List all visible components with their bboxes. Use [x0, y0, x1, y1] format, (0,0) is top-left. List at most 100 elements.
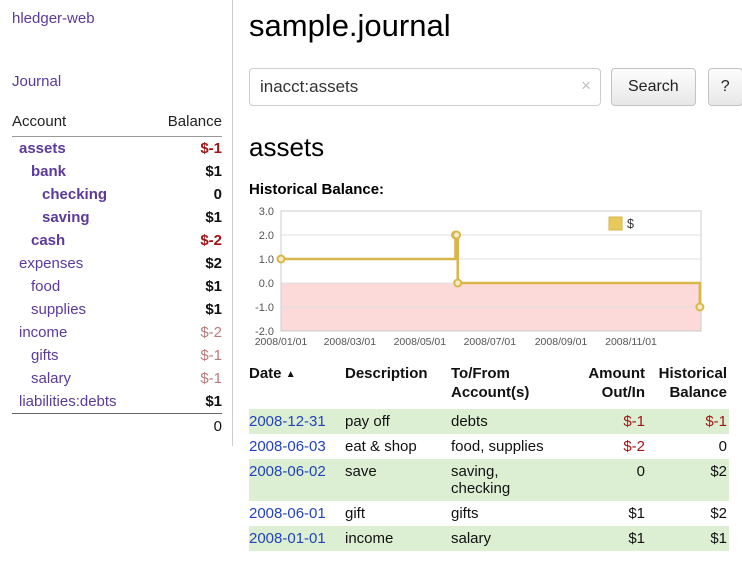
register-date-link[interactable]: 2008-06-02: [249, 463, 326, 480]
register-description: gift: [345, 501, 451, 526]
account-link-checking[interactable]: checking: [42, 186, 107, 203]
svg-text:2008/07/01: 2008/07/01: [464, 336, 517, 347]
register-balance: $2: [653, 501, 729, 526]
register-row: 2008-06-02 save saving, checking 0 $2: [249, 459, 729, 501]
chart-title: Historical Balance:: [249, 181, 742, 198]
account-row: saving $1: [12, 206, 222, 229]
register-accounts: gifts: [451, 501, 581, 526]
account-balance: $-1: [150, 137, 222, 161]
register-header-date[interactable]: Date ▲: [249, 363, 345, 409]
account-row: gifts $-1: [12, 344, 222, 367]
svg-text:2008/05/01: 2008/05/01: [394, 336, 447, 347]
account-balance: $1: [150, 206, 222, 229]
register-header-amount: Amount Out/In: [581, 363, 653, 409]
register-date-link[interactable]: 2008-01-01: [249, 530, 326, 547]
register-accounts: food, supplies: [451, 434, 581, 459]
sidebar: hledger-web Journal Account Balance asse…: [0, 0, 233, 446]
register-balance: $1: [653, 526, 729, 551]
accounts-table: Account Balance assets $-1 bank $1 check…: [12, 110, 222, 438]
register-amount: $1: [581, 501, 653, 526]
svg-text:2008/11/01: 2008/11/01: [605, 336, 657, 347]
clear-search-icon[interactable]: ×: [581, 77, 591, 94]
account-row: liabilities:debts $1: [12, 390, 222, 414]
sort-ascending-icon: ▲: [286, 369, 296, 380]
svg-text:0.0: 0.0: [259, 278, 274, 290]
page-title: sample.journal: [249, 8, 742, 44]
sidebar-item-journal[interactable]: Journal: [12, 73, 222, 90]
register-amount: $-1: [581, 409, 653, 434]
account-link-saving[interactable]: saving: [42, 209, 90, 226]
account-row: assets $-1: [12, 137, 222, 161]
register-accounts: debts: [451, 409, 581, 434]
account-link-cash[interactable]: cash: [31, 232, 65, 249]
register-description: save: [345, 459, 451, 501]
register-description: income: [345, 526, 451, 551]
account-link-supplies[interactable]: supplies: [31, 301, 86, 318]
account-balance: $1: [150, 298, 222, 321]
register-header-balance: Historical Balance: [653, 363, 729, 409]
svg-text:$: $: [627, 217, 634, 231]
svg-text:1.0: 1.0: [259, 254, 274, 266]
account-balance: $-2: [150, 321, 222, 344]
register-description: pay off: [345, 409, 451, 434]
register-accounts: saving, checking: [451, 459, 581, 501]
account-balance: 0: [150, 183, 222, 206]
account-link-income[interactable]: income: [19, 324, 67, 341]
account-link-gifts[interactable]: gifts: [31, 347, 59, 364]
account-row: food $1: [12, 275, 222, 298]
register-balance: $-1: [653, 409, 729, 434]
register-amount: $-2: [581, 434, 653, 459]
account-link-food[interactable]: food: [31, 278, 60, 295]
register-accounts: salary: [451, 526, 581, 551]
register-balance: $2: [653, 459, 729, 501]
account-balance: $1: [150, 390, 222, 414]
account-balance: $2: [150, 252, 222, 275]
account-link-salary[interactable]: salary: [31, 370, 71, 387]
svg-text:2008/09/01: 2008/09/01: [535, 336, 588, 347]
account-balance: $-1: [150, 344, 222, 367]
account-link-bank[interactable]: bank: [31, 163, 66, 180]
account-link-liabilities-debts[interactable]: liabilities:debts: [19, 393, 117, 410]
help-button[interactable]: ?: [708, 68, 742, 106]
register-header-description: Description: [345, 363, 451, 409]
brand-link[interactable]: hledger-web: [12, 10, 222, 27]
account-heading: assets: [249, 132, 742, 163]
account-balance: $-2: [150, 229, 222, 252]
svg-text:2.0: 2.0: [259, 230, 274, 242]
account-row: checking 0: [12, 183, 222, 206]
accounts-header-account: Account: [12, 110, 150, 137]
register-amount: 0: [581, 459, 653, 501]
register-row: 2008-01-01 income salary $1 $1: [249, 526, 729, 551]
account-balance: $-1: [150, 367, 222, 390]
register-header-accounts: To/From Account(s): [451, 363, 581, 409]
svg-text:3.0: 3.0: [259, 206, 274, 218]
register-row: 2008-06-03 eat & shop food, supplies $-2…: [249, 434, 729, 459]
accounts-header-row: Account Balance: [12, 110, 222, 137]
account-link-expenses[interactable]: expenses: [19, 255, 83, 272]
register-date-link[interactable]: 2008-12-31: [249, 413, 326, 430]
svg-text:2008/01/01: 2008/01/01: [255, 336, 308, 347]
accounts-total-row: 0: [12, 414, 222, 439]
register-row: 2008-06-01 gift gifts $1 $2: [249, 501, 729, 526]
register-amount: $1: [581, 526, 653, 551]
account-row: expenses $2: [12, 252, 222, 275]
accounts-header-balance: Balance: [150, 110, 222, 137]
account-balance: $1: [150, 275, 222, 298]
account-row: income $-2: [12, 321, 222, 344]
account-link-assets[interactable]: assets: [19, 140, 66, 157]
svg-text:-1.0: -1.0: [255, 302, 274, 314]
register-description: eat & shop: [345, 434, 451, 459]
search-button[interactable]: Search: [611, 68, 696, 106]
search-input[interactable]: [249, 68, 601, 106]
account-row: supplies $1: [12, 298, 222, 321]
historical-balance-chart: 3.02.01.00.0-1.0-2.02008/01/012008/03/01…: [249, 205, 711, 347]
register-date-link[interactable]: 2008-06-01: [249, 505, 326, 522]
accounts-total: 0: [150, 414, 222, 439]
account-row: bank $1: [12, 160, 222, 183]
hledger-web-app: hledger-web Journal Account Balance asse…: [0, 0, 742, 551]
register-table: Date ▲ Description To/From Account(s) Am…: [249, 363, 729, 551]
account-balance: $1: [150, 160, 222, 183]
register-date-link[interactable]: 2008-06-03: [249, 438, 326, 455]
main-content: sample.journal × Search ? assets Histori…: [233, 0, 742, 551]
register-balance: 0: [653, 434, 729, 459]
